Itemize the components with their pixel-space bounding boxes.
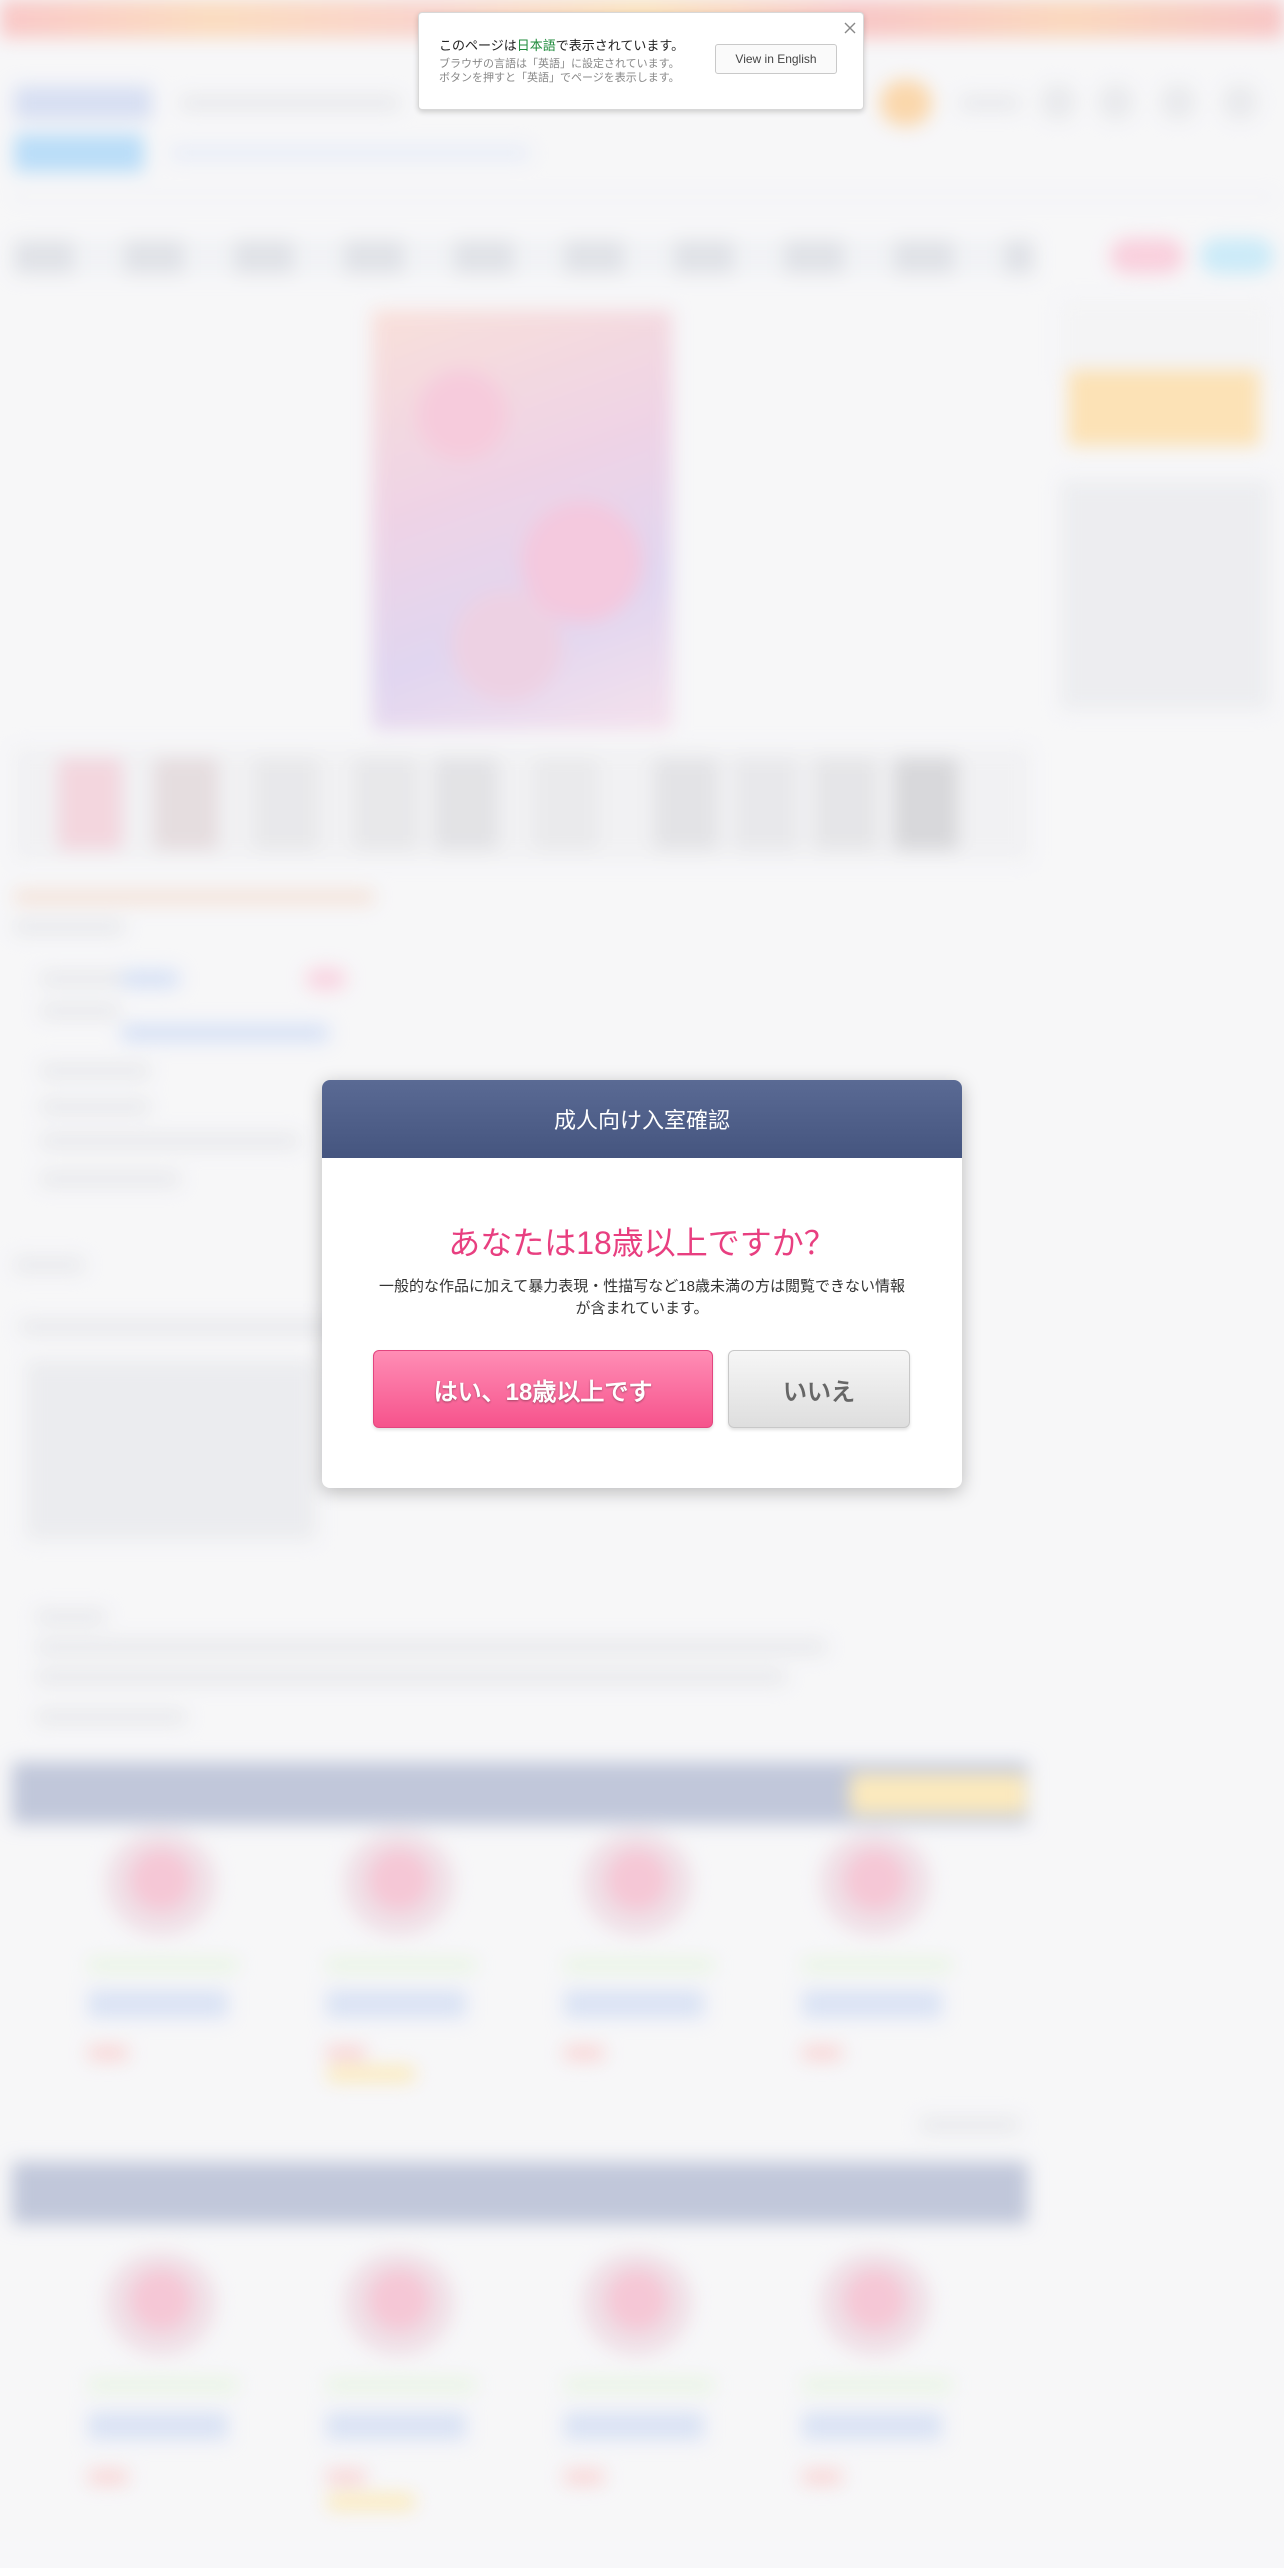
view-in-english-button[interactable]: View in English (715, 44, 837, 74)
close-icon[interactable] (841, 19, 859, 37)
language-banner-title: このページは日本語で表示されています。 (439, 38, 685, 53)
language-name: 日本語 (516, 38, 556, 53)
confirm-adult-button[interactable]: はい、18歳以上です (373, 1350, 713, 1428)
language-banner: このページは日本語で表示されています。 ブラウザの言語は「英語」に設定されていま… (418, 12, 864, 110)
language-banner-subtext: ブラウザの言語は「英語」に設定されています。 ボタンを押すと「英語」でページを表… (439, 58, 680, 84)
age-confirmation-modal: 成人向け入室確認 あなたは18歳以上ですか？ 一般的な作品に加えて暴力表現・性描… (322, 1080, 962, 1488)
age-description: 一般的な作品に加えて暴力表現・性描写など18歳未満の方は閲覧できない情報が含まれ… (379, 1278, 905, 1317)
age-question: あなたは18歳以上ですか？ (448, 1225, 836, 1261)
modal-header: 成人向け入室確認 (322, 1080, 962, 1158)
decline-button[interactable]: いいえ (728, 1350, 910, 1428)
